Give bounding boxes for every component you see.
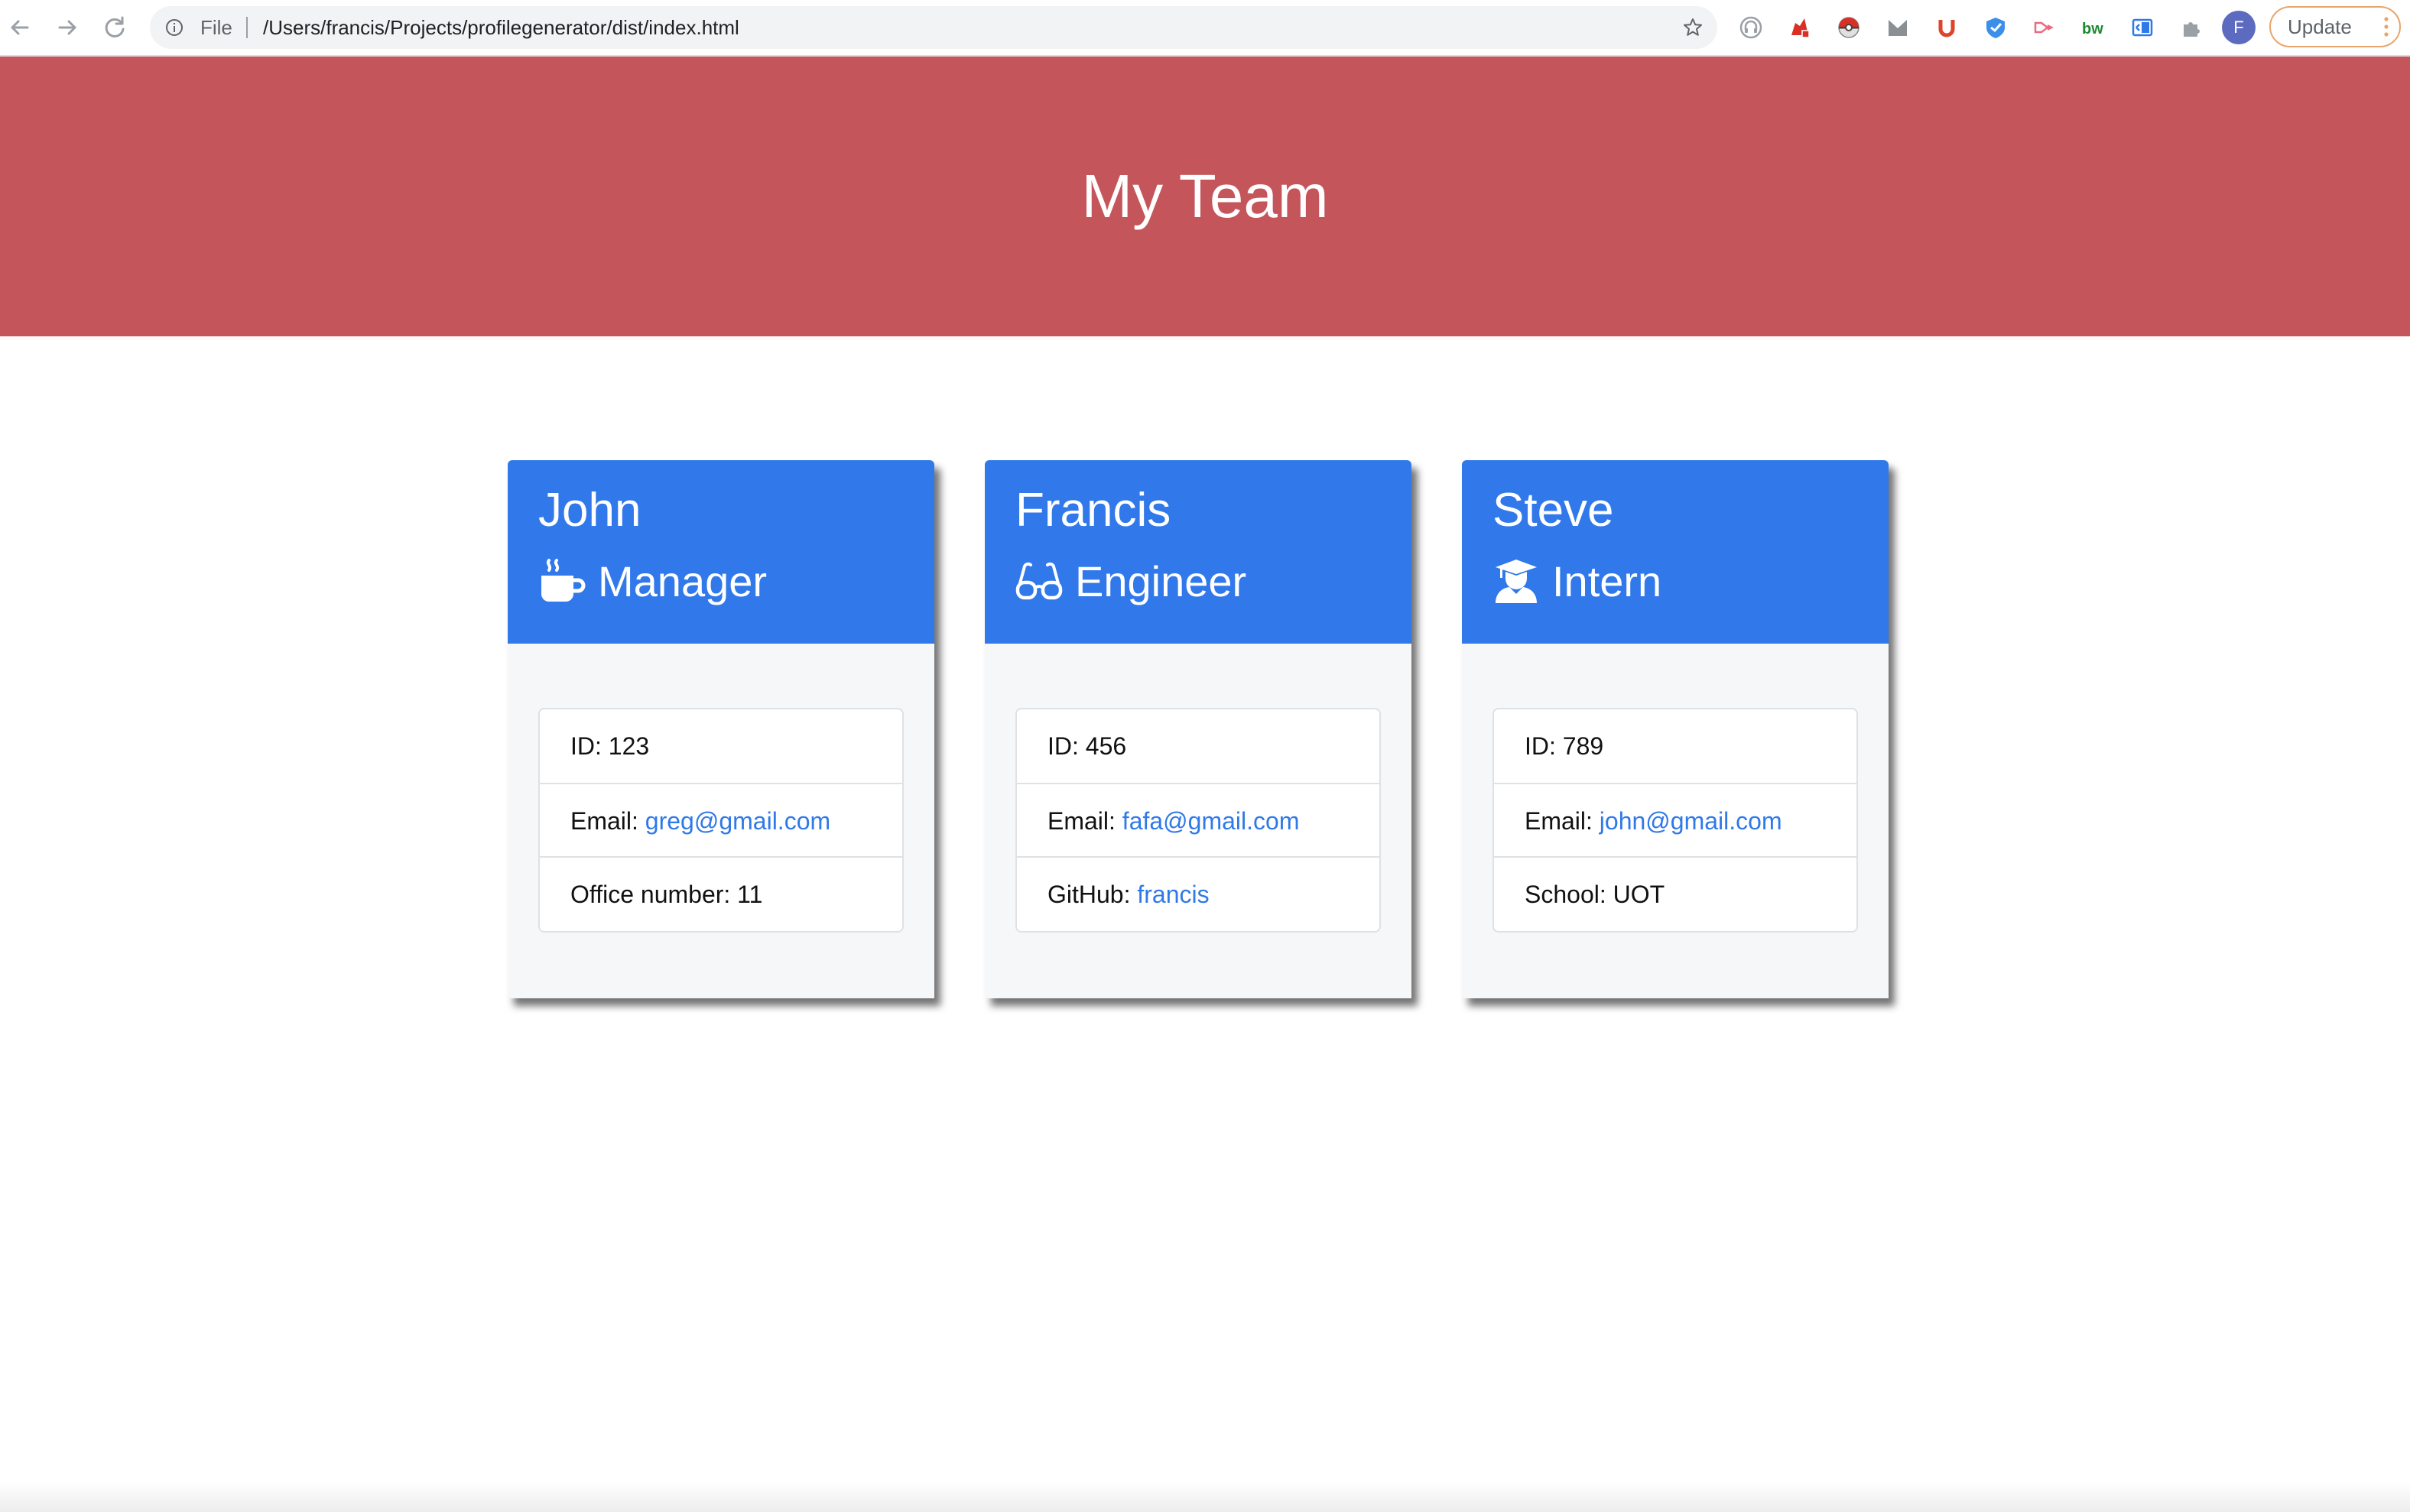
employee-id: ID: 789 bbox=[1525, 732, 1604, 760]
bookmark-star-icon[interactable] bbox=[1682, 17, 1704, 38]
shield-extension-icon[interactable] bbox=[1983, 15, 2008, 40]
card-header: John Manager bbox=[508, 460, 934, 644]
email-link[interactable]: john@gmail.com bbox=[1600, 807, 1782, 835]
office-number: Office number: 11 bbox=[540, 856, 902, 930]
update-button-label: Update bbox=[2288, 15, 2352, 38]
glasses-icon bbox=[1015, 562, 1063, 600]
back-arrow-icon[interactable] bbox=[5, 12, 35, 43]
address-bar[interactable]: File /Users/francis/Projects/profilegene… bbox=[150, 6, 1717, 49]
u-extension-icon[interactable] bbox=[1934, 15, 1959, 40]
github-link[interactable]: francis bbox=[1137, 881, 1209, 908]
employee-id: ID: 456 bbox=[1047, 732, 1127, 760]
address-scheme: File bbox=[200, 16, 232, 39]
pokeball-icon[interactable] bbox=[1837, 15, 1861, 40]
profile-avatar[interactable]: F bbox=[2222, 11, 2256, 44]
email-label: Email: bbox=[570, 807, 645, 835]
employee-details-list: ID: 789 Email: john@gmail.com School: UO… bbox=[1492, 708, 1858, 933]
employee-details-list: ID: 123 Email: greg@gmail.com Office num… bbox=[538, 708, 904, 933]
info-icon[interactable] bbox=[165, 18, 184, 37]
forward-arrow-icon[interactable] bbox=[52, 12, 83, 43]
card-header: Steve Intern bbox=[1462, 460, 1889, 644]
puzzle-icon[interactable] bbox=[2179, 15, 2204, 40]
headphones-icon[interactable] bbox=[1739, 15, 1763, 40]
email-label: Email: bbox=[1047, 807, 1122, 835]
employee-role-label: Engineer bbox=[1075, 556, 1247, 605]
browser-toolbar: File /Users/francis/Projects/profilegene… bbox=[0, 0, 2410, 57]
school: School: UOT bbox=[1494, 856, 1856, 930]
employee-email-row: Email: john@gmail.com bbox=[1494, 783, 1856, 856]
address-url[interactable]: /Users/francis/Projects/profilegenerator… bbox=[263, 6, 739, 49]
employee-details-list: ID: 456 Email: fafa@gmail.com GitHub: fr… bbox=[1015, 708, 1381, 933]
employee-card-manager: John Manager ID: 123 Email: greg@gmail.c… bbox=[508, 460, 934, 998]
coffee-mug-icon bbox=[541, 559, 586, 602]
bottom-shadow bbox=[0, 1481, 2410, 1512]
employee-role: Intern bbox=[1492, 550, 1661, 612]
svg-text:bw: bw bbox=[2082, 21, 2103, 37]
employee-name: John bbox=[538, 484, 641, 537]
bw-extension-icon[interactable]: bw bbox=[2081, 15, 2106, 40]
screen-reader-icon[interactable] bbox=[2130, 15, 2155, 40]
employee-name: Francis bbox=[1015, 484, 1171, 537]
employee-name: Steve bbox=[1492, 484, 1614, 537]
graduate-icon bbox=[1496, 560, 1537, 603]
employee-email-row: Email: fafa@gmail.com bbox=[1017, 783, 1379, 856]
github-row: GitHub: francis bbox=[1017, 856, 1379, 930]
email-label: Email: bbox=[1525, 807, 1600, 835]
employee-role: Engineer bbox=[1015, 550, 1246, 612]
update-button[interactable]: Update bbox=[2269, 6, 2401, 47]
card-header: Francis Engineer bbox=[985, 460, 1411, 644]
employee-role-label: Manager bbox=[598, 556, 768, 605]
employee-card-engineer: Francis Engineer ID: 456 Email: fafa@gma… bbox=[985, 460, 1411, 998]
employee-card-intern: Steve Intern ID: 789 Email: john@gmail.c… bbox=[1462, 460, 1889, 998]
page-title: My Team bbox=[1081, 162, 1329, 230]
employee-role: Manager bbox=[538, 550, 767, 612]
address-divider bbox=[246, 17, 248, 38]
reload-icon[interactable] bbox=[99, 12, 130, 43]
employee-role-label: Intern bbox=[1552, 556, 1662, 605]
red-extension-icon[interactable] bbox=[1788, 15, 1812, 40]
vimeo-like-icon[interactable] bbox=[2032, 15, 2057, 40]
email-link[interactable]: greg@gmail.com bbox=[645, 807, 830, 835]
employee-id: ID: 123 bbox=[570, 732, 650, 760]
github-label: GitHub: bbox=[1047, 881, 1138, 908]
more-vertical-icon bbox=[2384, 17, 2389, 37]
employee-email-row: Email: greg@gmail.com bbox=[540, 783, 902, 856]
email-link[interactable]: fafa@gmail.com bbox=[1122, 807, 1300, 835]
team-header-banner: My Team bbox=[0, 57, 2410, 336]
m-extension-icon[interactable] bbox=[1885, 15, 1910, 40]
